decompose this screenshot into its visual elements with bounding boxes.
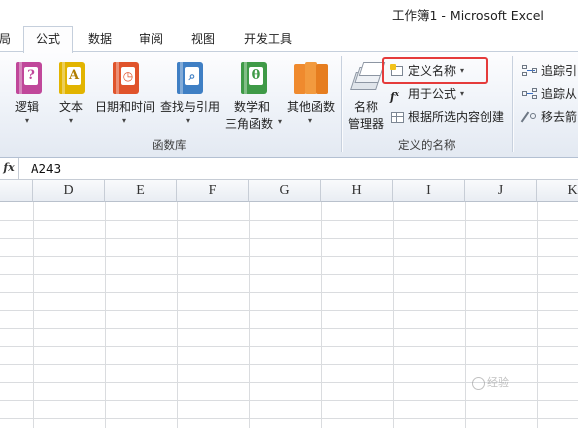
ribbon: ? 逻辑 ▾ A 文本 ▾ ◷ 日期和时间 ▾ ⌕ 查找与引用 ▾ θ 数学和 …	[0, 51, 578, 158]
name-manager-label-line2: 管理器	[348, 117, 385, 131]
name-manager-icon	[350, 62, 386, 92]
use-in-formula-button[interactable]: fx 用于公式 ▾	[390, 85, 464, 103]
formula-input[interactable]: A243	[31, 161, 61, 176]
lookup-reference-button[interactable]: ⌕ 查找与引用 ▾	[158, 56, 222, 138]
grid-line	[0, 292, 578, 293]
grid-line	[0, 400, 578, 401]
column-header-d[interactable]: D	[33, 180, 105, 202]
logical-button[interactable]: ? 逻辑 ▾	[6, 56, 50, 138]
chevron-down-icon: ▾	[308, 116, 313, 125]
worksheet-grid[interactable]: D E F G H I J K	[0, 180, 578, 428]
ribbon-tab-row: 局 公式 数据 审阅 视图 开发工具	[0, 26, 578, 53]
trace-dependents-icon	[522, 87, 539, 101]
grid-line	[0, 364, 578, 365]
column-header-j[interactable]: J	[465, 180, 537, 202]
tab-developer[interactable]: 开发工具	[236, 30, 300, 52]
trace-precedents-icon	[522, 64, 539, 78]
select-all-corner[interactable]	[0, 180, 33, 202]
column-header-i[interactable]: I	[393, 180, 465, 202]
logical-label: 逻辑	[15, 100, 40, 114]
tab-formulas[interactable]: 公式	[23, 26, 73, 53]
more-functions-book-icon	[294, 62, 328, 94]
tab-view[interactable]: 视图	[183, 30, 223, 52]
column-header-e[interactable]: E	[105, 180, 177, 202]
formula-bar: fx A243	[0, 158, 578, 180]
math-trig-label-line2: 三角函数	[225, 117, 274, 131]
grid-line	[393, 202, 394, 428]
grid-line	[465, 202, 466, 428]
use-in-formula-icon: fx	[390, 88, 399, 104]
insert-function-icon[interactable]: fx	[0, 158, 19, 179]
math-trig-book-icon: θ	[241, 62, 267, 94]
column-header-g[interactable]: G	[249, 180, 321, 202]
watermark: 经验	[472, 374, 509, 390]
defined-names-group-label: 定义的名称	[398, 138, 456, 152]
text-label: 文本	[59, 100, 84, 114]
text-button[interactable]: A 文本 ▾	[50, 56, 94, 138]
grid-line	[249, 202, 250, 428]
lookup-reference-label: 查找与引用	[160, 100, 221, 114]
grid-line	[105, 202, 106, 428]
grid-line	[0, 328, 578, 329]
remove-arrows-icon	[520, 110, 539, 124]
group-separator	[341, 56, 342, 152]
grid-line	[0, 238, 578, 239]
watermark-logo-icon	[472, 376, 485, 390]
grid-line	[33, 202, 34, 428]
grid-line	[0, 220, 578, 221]
chevron-down-icon: ▾	[122, 116, 127, 125]
grid-line	[321, 202, 322, 428]
date-time-book-icon: ◷	[113, 62, 139, 94]
grid-line	[0, 274, 578, 275]
chevron-down-icon: ▾	[460, 89, 465, 98]
grid-line	[0, 346, 578, 347]
tab-data[interactable]: 数据	[80, 30, 120, 52]
more-functions-label: 其他函数	[287, 100, 336, 114]
grid-line	[177, 202, 178, 428]
column-header-h[interactable]: H	[321, 180, 393, 202]
more-functions-button[interactable]: 其他函数 ▾	[286, 56, 338, 138]
math-trig-button[interactable]: θ 数学和 三角函数 ▾	[222, 56, 286, 138]
tab-home[interactable]: 局	[0, 30, 13, 52]
grid-line	[537, 202, 538, 428]
group-separator	[512, 56, 513, 152]
date-time-label: 日期和时间	[95, 100, 156, 114]
create-from-selection-icon	[390, 110, 406, 124]
define-name-highlight-box	[382, 57, 488, 84]
window-title: 工作簿1 - Microsoft Excel	[392, 8, 544, 23]
name-manager-label-line1: 名称	[354, 100, 379, 114]
grid-line	[0, 418, 578, 419]
math-trig-label-line1: 数学和	[234, 100, 271, 114]
date-time-button[interactable]: ◷ 日期和时间 ▾	[94, 56, 158, 138]
chevron-down-icon: ▾	[69, 116, 74, 125]
lookup-book-icon: ⌕	[177, 62, 203, 94]
text-book-icon: A	[59, 62, 85, 94]
trace-precedents-button[interactable]: 追踪引	[522, 62, 577, 80]
chevron-down-icon: ▾	[25, 116, 30, 125]
title-bar: 工作簿1 - Microsoft Excel	[0, 0, 578, 26]
remove-arrows-button[interactable]: 移去箭	[520, 108, 577, 126]
create-from-selection-button[interactable]: 根据所选内容创建	[390, 108, 504, 126]
column-header-f[interactable]: F	[177, 180, 249, 202]
tab-review[interactable]: 审阅	[131, 30, 171, 52]
logical-book-icon: ?	[16, 62, 42, 94]
chevron-down-icon: ▾	[186, 116, 191, 125]
trace-dependents-button[interactable]: 追踪从	[522, 85, 577, 103]
column-header-k[interactable]: K	[537, 180, 578, 202]
grid-line	[0, 256, 578, 257]
function-library-group-label: 函数库	[152, 138, 187, 152]
grid-line	[0, 310, 578, 311]
chevron-down-icon: ▾	[278, 117, 283, 126]
